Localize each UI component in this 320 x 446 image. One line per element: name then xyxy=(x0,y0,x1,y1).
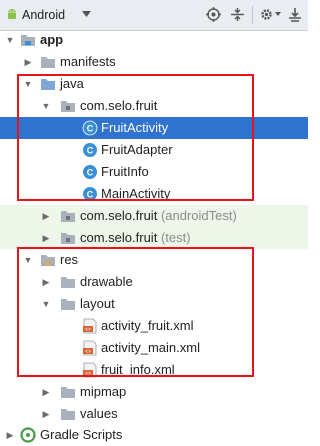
tree-item-label: drawable xyxy=(80,274,133,289)
tree-item-fruit-activity[interactable]: C FruitActivity xyxy=(0,117,308,139)
collapsed-arrow-icon[interactable]: ▶ xyxy=(22,51,34,73)
pin-icon[interactable] xyxy=(288,7,302,22)
gear-icon[interactable] xyxy=(259,7,274,22)
chevron-down-icon[interactable] xyxy=(82,11,91,18)
collapsed-arrow-icon[interactable]: ▶ xyxy=(40,271,52,293)
package-scope: (androidTest) xyxy=(160,208,237,223)
tree-item-label: com.selo.fruit (test) xyxy=(80,227,191,249)
xml-file-icon: <> xyxy=(83,318,97,334)
module-folder-icon xyxy=(21,35,35,46)
folder-icon xyxy=(61,409,75,420)
tree-item-fruit-info[interactable]: C FruitInfo xyxy=(0,161,308,183)
svg-text:C: C xyxy=(87,168,94,178)
tree-item-label: FruitAdapter xyxy=(101,142,173,157)
expand-arrow-icon[interactable]: ▼ xyxy=(4,29,16,51)
collapsed-arrow-icon[interactable]: ▶ xyxy=(40,205,52,227)
package-scope: (test) xyxy=(160,230,191,245)
tree-item-label: MainActivity xyxy=(101,186,171,201)
class-icon: C xyxy=(82,120,98,136)
svg-text:C: C xyxy=(87,190,94,200)
tree-item-label: manifests xyxy=(60,54,116,69)
tree-item-activity-fruit-xml[interactable]: <> activity_fruit.xml xyxy=(0,315,308,337)
source-folder-icon xyxy=(41,79,55,90)
folder-icon xyxy=(61,277,75,288)
project-view-selector[interactable]: Android xyxy=(22,8,65,22)
tree-item-label: java xyxy=(60,76,84,91)
tree-item-label: res xyxy=(60,252,79,267)
tree-item-label: Gradle Scripts xyxy=(40,427,123,442)
tree-item-label: com.selo.fruit xyxy=(80,98,158,113)
svg-text:C: C xyxy=(87,146,94,156)
class-icon: C xyxy=(83,165,97,179)
tree-item-label: com.selo.fruit (androidTest) xyxy=(80,205,237,227)
tree-item-label: mipmap xyxy=(80,384,127,399)
tree-item-label: fruit_info.xml xyxy=(101,362,175,377)
expand-arrow-icon[interactable]: ▼ xyxy=(40,293,52,315)
toolbar-divider xyxy=(252,6,253,24)
tree-item-label: activity_fruit.xml xyxy=(101,318,194,333)
tree-item-mipmap[interactable]: ▶ mipmap xyxy=(0,381,308,403)
folder-icon xyxy=(61,299,75,310)
tree-item-app[interactable]: ▼ app xyxy=(0,29,308,51)
tree-item-label: app xyxy=(40,32,64,47)
expand-arrow-icon[interactable]: ▼ xyxy=(40,95,52,117)
package-name: com.selo.fruit xyxy=(80,230,158,245)
package-icon xyxy=(61,211,75,222)
tree-item-package-main[interactable]: ▼ com.selo.fruit xyxy=(0,95,308,117)
collapsed-arrow-icon[interactable]: ▶ xyxy=(40,227,52,249)
class-icon: C xyxy=(83,143,97,157)
folder-icon xyxy=(61,387,75,398)
tree-item-drawable[interactable]: ▶ drawable xyxy=(0,271,308,293)
tree-item-fruit-info-xml[interactable]: <> fruit_info.xml xyxy=(0,359,308,381)
svg-text:<>: <> xyxy=(85,327,91,333)
collapsed-arrow-icon[interactable]: ▶ xyxy=(4,424,16,446)
gradle-icon xyxy=(20,427,36,443)
svg-text:C: C xyxy=(87,124,94,134)
tree-item-label: values xyxy=(80,406,118,421)
svg-text:<>: <> xyxy=(85,349,91,355)
expand-arrow-icon[interactable]: ▼ xyxy=(22,73,34,95)
tree-item-activity-main-xml[interactable]: <> activity_main.xml xyxy=(0,337,308,359)
expand-arrow-icon[interactable]: ▼ xyxy=(22,249,34,271)
tree-item-fruit-adapter[interactable]: C FruitAdapter xyxy=(0,139,308,161)
folder-icon xyxy=(41,57,55,68)
tree-item-label: FruitActivity xyxy=(101,120,169,135)
tree-item-java[interactable]: ▼ java xyxy=(0,73,308,95)
collapsed-arrow-icon[interactable]: ▶ xyxy=(40,403,52,425)
tree-item-gradle-scripts[interactable]: ▶ Gradle Scripts xyxy=(0,424,308,446)
package-icon xyxy=(61,101,75,112)
project-toolbar: Android xyxy=(0,0,308,31)
svg-text:<>: <> xyxy=(85,371,91,377)
class-icon: C xyxy=(83,187,97,201)
package-icon xyxy=(61,233,75,244)
tree-item-layout[interactable]: ▼ layout xyxy=(0,293,308,315)
android-icon xyxy=(8,9,16,19)
collapsed-arrow-icon[interactable]: ▶ xyxy=(40,381,52,403)
target-icon[interactable] xyxy=(206,7,221,22)
xml-file-icon: <> xyxy=(83,340,97,356)
xml-file-icon: <> xyxy=(83,362,97,378)
tree-item-label: FruitInfo xyxy=(101,164,149,179)
tree-item-res[interactable]: ▼ res xyxy=(0,249,308,271)
tree-item-manifests[interactable]: ▶ manifests xyxy=(0,51,308,73)
tree-item-package-android-test[interactable]: ▶ com.selo.fruit (androidTest) xyxy=(0,205,308,227)
tree-item-main-activity[interactable]: C MainActivity xyxy=(0,183,308,205)
collapse-icon[interactable] xyxy=(230,7,245,22)
chevron-down-icon[interactable] xyxy=(275,12,281,17)
package-name: com.selo.fruit xyxy=(80,208,158,223)
tree-item-label: activity_main.xml xyxy=(101,340,200,355)
tree-item-package-test[interactable]: ▶ com.selo.fruit (test) xyxy=(0,227,308,249)
resource-folder-icon xyxy=(41,255,55,266)
tree-item-label: layout xyxy=(80,296,115,311)
tree-item-values[interactable]: ▶ values xyxy=(0,403,308,425)
